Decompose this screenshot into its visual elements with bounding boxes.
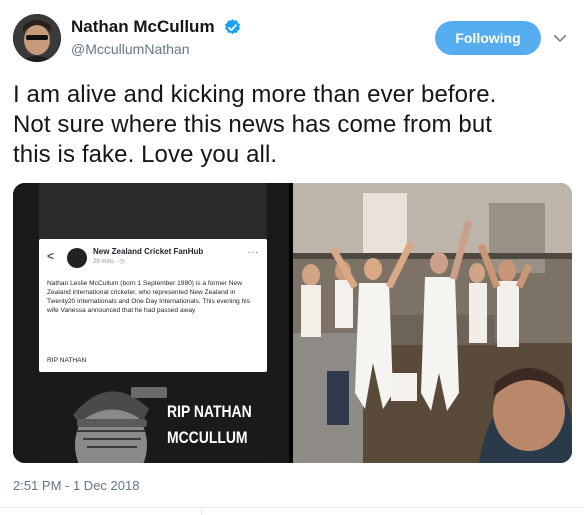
- chevron-down-icon[interactable]: [551, 29, 569, 47]
- tweet-header: Nathan McCullum @MccullumNathan Followin…: [13, 14, 573, 66]
- author-block[interactable]: Nathan McCullum @MccullumNathan: [71, 17, 242, 57]
- tweet-text-line: Not sure where this news has come from b…: [13, 111, 493, 138]
- handle[interactable]: @MccullumNathan: [71, 41, 242, 57]
- page-name: New Zealand Cricket FanHub: [93, 247, 204, 256]
- post-rip-line: RIP NATHAN: [47, 357, 87, 364]
- rip-caption: RIP NATHAN MCCULLUM: [167, 399, 265, 451]
- back-arrow-icon: <: [47, 249, 55, 263]
- media-image-party-photo[interactable]: [293, 183, 572, 463]
- media-image-screenshot[interactable]: < New Zealand Cricket FanHub 29 mins · ◷…: [13, 183, 289, 463]
- more-icon: ...: [247, 245, 259, 256]
- rip-caption-line: MCCULLUM: [167, 428, 248, 447]
- divider-tick: [201, 507, 202, 515]
- page-logo: [67, 248, 87, 268]
- rip-caption-line: RIP NATHAN: [167, 402, 252, 421]
- divider: [0, 507, 584, 508]
- facebook-post-card: < New Zealand Cricket FanHub 29 mins · ◷…: [39, 239, 267, 372]
- tweet-timestamp[interactable]: 2:51 PM - 1 Dec 2018: [13, 478, 139, 493]
- post-body: Nathan Leslie McCullum (born 1 September…: [47, 280, 250, 314]
- post-time: 29 mins · ◷: [93, 259, 125, 265]
- following-button[interactable]: Following: [435, 21, 541, 55]
- verified-badge-icon: [224, 18, 241, 34]
- avatar[interactable]: [13, 14, 61, 62]
- tweet-text-line: this is fake. Love you all.: [13, 141, 278, 168]
- tweet-text: I am alive and kicking more than ever be…: [13, 80, 573, 170]
- display-name[interactable]: Nathan McCullum: [71, 17, 215, 37]
- tweet-text-line: I am alive and kicking more than ever be…: [13, 81, 497, 108]
- tweet-media: < New Zealand Cricket FanHub 29 mins · ◷…: [13, 183, 572, 463]
